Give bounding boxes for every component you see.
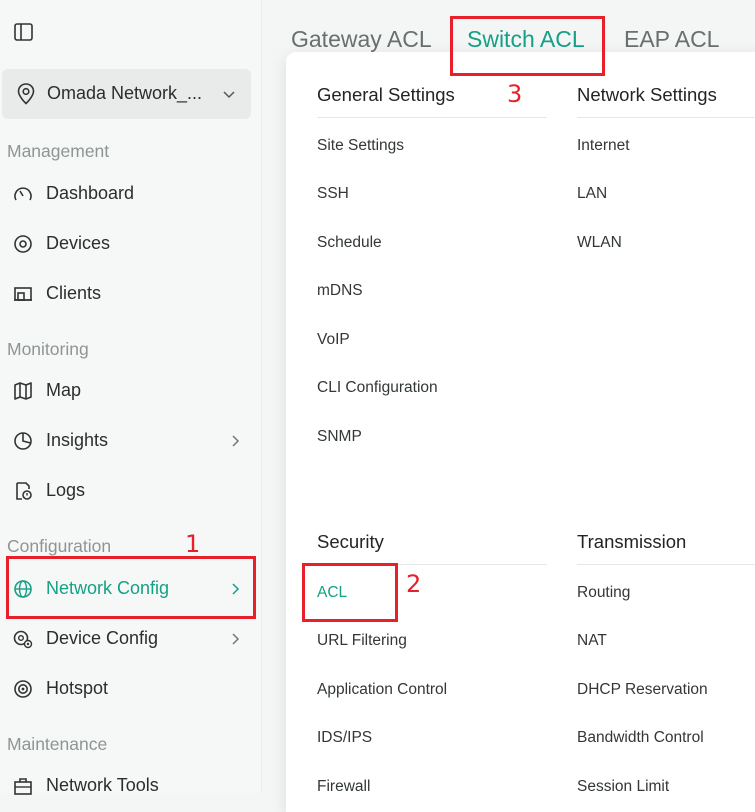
chevron-right-icon xyxy=(228,631,242,652)
menu-item-routing[interactable]: Routing xyxy=(577,584,630,602)
sidebar-item-dashboard[interactable]: Dashboard xyxy=(2,172,252,216)
devices-icon xyxy=(12,233,34,255)
divider xyxy=(577,564,755,565)
annotation-box-acl xyxy=(302,563,398,622)
sidebar-item-label: Map xyxy=(46,380,82,400)
sidebar-item-devices[interactable]: Devices xyxy=(2,222,252,266)
section-configuration: Configuration xyxy=(7,536,112,556)
sidebar-item-network-tools[interactable]: Network Tools xyxy=(2,764,252,808)
sidebar-item-logs[interactable]: Logs xyxy=(2,469,252,513)
section-monitoring: Monitoring xyxy=(7,339,89,359)
sidebar-item-insights[interactable]: Insights xyxy=(2,419,252,463)
gauge-icon xyxy=(12,183,34,205)
clients-icon xyxy=(12,283,34,305)
sidebar-toggle-icon[interactable] xyxy=(13,21,35,43)
annotation-box-network-config xyxy=(6,556,256,619)
menu-item-application-control[interactable]: Application Control xyxy=(317,681,447,699)
section-management: Management xyxy=(7,141,110,161)
toolbox-icon xyxy=(12,775,34,797)
menu-item-firewall[interactable]: Firewall xyxy=(317,778,370,796)
sidebar-item-label: Device Config xyxy=(46,628,159,648)
sidebar-item-hotspot[interactable]: Hotspot xyxy=(2,667,252,711)
device-config-icon xyxy=(12,628,34,650)
menu-item-lan[interactable]: LAN xyxy=(577,185,607,203)
location-pin-icon xyxy=(15,82,37,111)
divider xyxy=(577,117,755,118)
tab-gateway-acl[interactable]: Gateway ACL xyxy=(291,26,432,53)
menu-item-mdns[interactable]: mDNS xyxy=(317,282,363,300)
sidebar-item-label: Dashboard xyxy=(46,183,135,203)
menu-item-snmp[interactable]: SNMP xyxy=(317,428,362,446)
menu-item-url-filtering[interactable]: URL Filtering xyxy=(317,632,407,650)
sidebar-item-clients[interactable]: Clients xyxy=(2,272,252,316)
menu-item-site-settings[interactable]: Site Settings xyxy=(317,137,404,155)
sidebar-item-label: Logs xyxy=(46,480,86,500)
annotation-number-3: 3 xyxy=(507,80,523,108)
menu-item-internet[interactable]: Internet xyxy=(577,137,630,155)
annotation-box-switch-acl xyxy=(450,16,605,76)
group-title-transmission: Transmission xyxy=(577,531,687,552)
map-icon xyxy=(12,380,34,402)
menu-item-ids-ips[interactable]: IDS/IPS xyxy=(317,729,372,747)
sidebar-item-label: Devices xyxy=(46,233,111,253)
sidebar: Omada Network_... Management Dashboard D… xyxy=(0,0,262,795)
menu-item-ssh[interactable]: SSH xyxy=(317,185,349,203)
site-name: Omada Network_... xyxy=(47,83,203,103)
menu-item-nat[interactable]: NAT xyxy=(577,632,607,650)
menu-item-cli-configuration[interactable]: CLI Configuration xyxy=(317,379,438,397)
group-title-security: Security xyxy=(317,531,384,552)
menu-item-bandwidth-control[interactable]: Bandwidth Control xyxy=(577,729,704,747)
chevron-right-icon xyxy=(228,433,242,454)
sidebar-item-device-config[interactable]: Device Config xyxy=(2,617,252,661)
chevron-down-icon xyxy=(221,86,237,107)
annotation-number-1: 1 xyxy=(185,530,201,558)
menu-item-dhcp-reservation[interactable]: DHCP Reservation xyxy=(577,681,708,699)
section-maintenance: Maintenance xyxy=(7,734,108,754)
tab-eap-acl[interactable]: EAP ACL xyxy=(624,26,719,53)
menu-item-session-limit[interactable]: Session Limit xyxy=(577,778,669,796)
site-selector[interactable]: Omada Network_... xyxy=(2,69,251,119)
sidebar-item-label: Insights xyxy=(46,430,109,450)
hotspot-icon xyxy=(12,678,34,700)
pie-chart-icon xyxy=(12,430,34,452)
group-title-general-settings: General Settings xyxy=(317,84,455,105)
logs-icon xyxy=(12,480,34,502)
menu-item-wlan[interactable]: WLAN xyxy=(577,234,622,252)
menu-item-schedule[interactable]: Schedule xyxy=(317,234,382,252)
divider xyxy=(317,117,547,118)
sidebar-item-label: Hotspot xyxy=(46,678,109,698)
sidebar-item-map[interactable]: Map xyxy=(2,369,252,413)
menu-item-voip[interactable]: VoIP xyxy=(317,331,350,349)
annotation-number-2: 2 xyxy=(406,570,422,598)
group-title-network-settings: Network Settings xyxy=(577,84,717,105)
sidebar-item-label: Clients xyxy=(46,283,102,303)
